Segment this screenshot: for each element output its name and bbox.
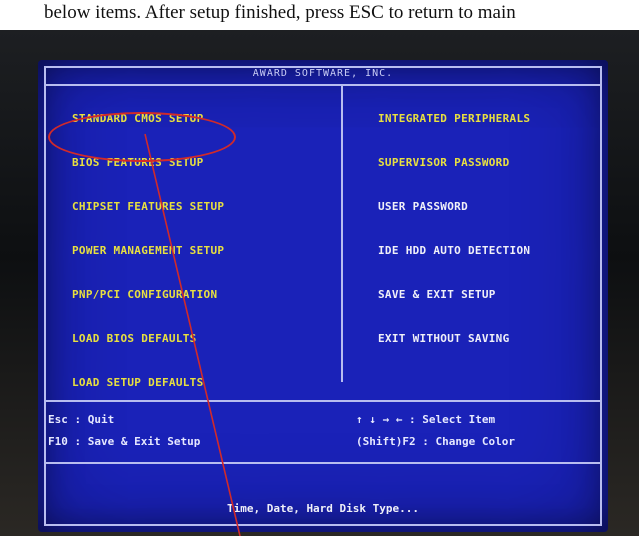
status-divider: [44, 462, 602, 464]
instruction-caption: below items. After setup finished, press…: [0, 0, 639, 30]
menu-integrated-peripherals[interactable]: INTEGRATED PERIPHERALS: [378, 112, 530, 125]
column-divider: [341, 84, 343, 382]
item-description: Time, Date, Hard Disk Type...: [226, 502, 420, 515]
menu-exit-without-saving[interactable]: EXIT WITHOUT SAVING: [378, 332, 510, 345]
menu-ide-hdd-auto-detection[interactable]: IDE HDD AUTO DETECTION: [378, 244, 530, 257]
top-divider: [44, 84, 602, 86]
help-f10-save-exit: F10 : Save & Exit Setup: [48, 435, 201, 448]
help-change-color: (Shift)F2 : Change Color: [356, 435, 515, 448]
menu-load-bios-defaults[interactable]: LOAD BIOS DEFAULTS: [72, 332, 197, 345]
menu-user-password[interactable]: USER PASSWORD: [378, 200, 468, 213]
menu-power-management-setup[interactable]: POWER MANAGEMENT SETUP: [72, 244, 224, 257]
menu-chipset-features-setup[interactable]: CHIPSET FEATURES SETUP: [72, 200, 224, 213]
help-esc-quit: Esc : Quit: [48, 413, 115, 426]
menu-pnp-pci-configuration[interactable]: PNP/PCI CONFIGURATION: [72, 288, 217, 301]
monitor-bezel: AWARD SOFTWARE, INC. STANDARD CMOS SETUP…: [0, 30, 639, 536]
bios-vendor-title: AWARD SOFTWARE, INC.: [252, 68, 394, 79]
menu-supervisor-password[interactable]: SUPERVISOR PASSWORD: [378, 156, 510, 169]
help-select-item: ↑ ↓ → ← : Select Item: [356, 413, 496, 426]
help-divider: [44, 400, 602, 402]
annotation-ellipse: [48, 112, 236, 162]
menu-save-exit-setup[interactable]: SAVE & EXIT SETUP: [378, 288, 496, 301]
menu-load-setup-defaults[interactable]: LOAD SETUP DEFAULTS: [72, 376, 204, 389]
